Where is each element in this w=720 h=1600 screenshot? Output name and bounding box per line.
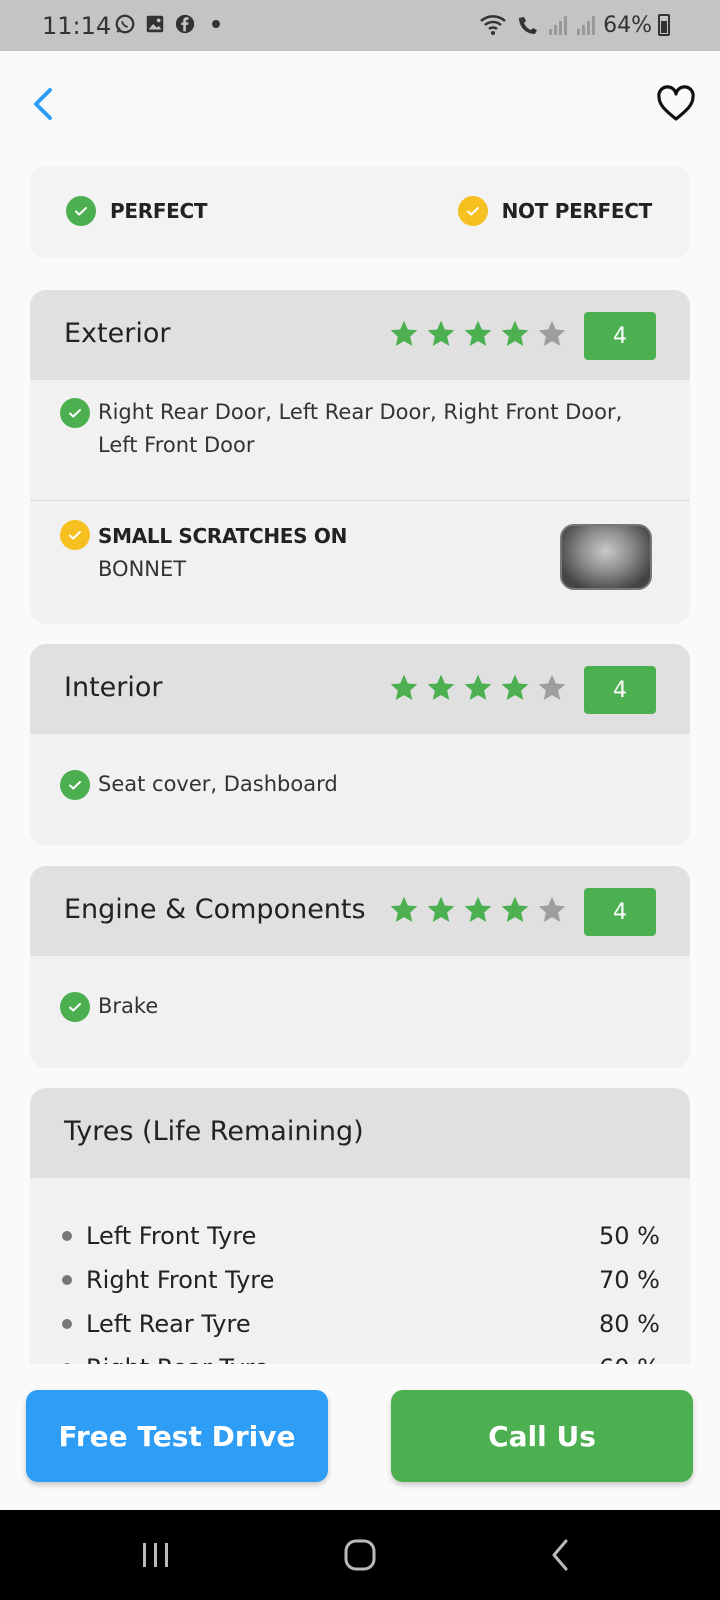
section-header: Exterior 4 bbox=[30, 290, 690, 380]
list-item: Left Rear Tyre 80 % bbox=[62, 1302, 660, 1346]
star-rating bbox=[388, 894, 568, 926]
star-filled-icon bbox=[427, 674, 455, 700]
perfect-row: Brake bbox=[30, 956, 690, 1068]
legend-not-perfect: NOT PERFECT bbox=[457, 196, 653, 226]
section-title: Tyres (Life Remaining) bbox=[64, 1116, 364, 1147]
list-item: Right Front Tyre 70 % bbox=[62, 1258, 660, 1302]
check-icon bbox=[60, 520, 90, 550]
check-icon bbox=[457, 196, 488, 226]
bullet bbox=[62, 1319, 72, 1329]
section-header: Interior 4 bbox=[30, 644, 690, 734]
status-time: 11:14 bbox=[42, 12, 112, 40]
signal-icon-2 bbox=[577, 16, 596, 35]
score-badge: 4 bbox=[584, 666, 656, 714]
score-badge: 4 bbox=[584, 312, 656, 360]
tyre-name: Right Front Tyre bbox=[86, 1266, 275, 1294]
back-nav-icon[interactable] bbox=[536, 1532, 586, 1578]
check-icon bbox=[60, 992, 90, 1022]
star-empty-icon bbox=[538, 320, 566, 346]
section-title: Exterior bbox=[64, 318, 171, 349]
list-item: Left Front Tyre 50 % bbox=[62, 1214, 660, 1258]
perfect-items-text: Brake bbox=[98, 994, 159, 1018]
issue-title: SMALL SCRATCHES ON bbox=[98, 524, 348, 548]
more-notifications-dot bbox=[212, 20, 220, 28]
bullet bbox=[62, 1231, 72, 1241]
star-filled-icon bbox=[390, 896, 418, 922]
star-rating bbox=[388, 318, 568, 350]
star-filled-icon bbox=[464, 896, 492, 922]
perfect-row: Right Rear Door, Left Rear Door, Right F… bbox=[30, 380, 690, 500]
legend-not-perfect-label: NOT PERFECT bbox=[501, 199, 653, 223]
legend-perfect-label: PERFECT bbox=[110, 199, 208, 223]
star-filled-icon bbox=[464, 320, 492, 346]
section-interior: Interior 4 Seat cover, Dashboard bbox=[30, 644, 690, 846]
check-icon bbox=[60, 398, 90, 428]
heart-icon[interactable] bbox=[654, 82, 698, 126]
star-empty-icon bbox=[538, 896, 566, 922]
system-nav-bar bbox=[0, 1510, 720, 1600]
section-engine: Engine & Components 4 Brake bbox=[30, 866, 690, 1068]
status-indicators: 64% bbox=[479, 12, 670, 38]
section-title: Engine & Components bbox=[64, 894, 366, 925]
tyre-value: 70 % bbox=[599, 1266, 660, 1294]
tyre-name: Left Front Tyre bbox=[86, 1222, 257, 1250]
check-icon bbox=[66, 196, 96, 226]
battery-icon bbox=[658, 14, 670, 36]
section-exterior: Exterior 4 Right Rear Door, Left Rear Do… bbox=[30, 290, 690, 624]
score-badge: 4 bbox=[584, 888, 656, 936]
condition-legend: PERFECT NOT PERFECT bbox=[30, 166, 690, 258]
star-filled-icon bbox=[501, 896, 529, 922]
wifi-icon bbox=[480, 15, 506, 35]
status-bar: 11:14 64% bbox=[0, 0, 720, 51]
section-header: Engine & Components 4 bbox=[30, 866, 690, 956]
tyre-value: 80 % bbox=[599, 1310, 660, 1338]
star-rating bbox=[388, 672, 568, 704]
signal-icon-1 bbox=[549, 16, 568, 35]
tyre-value: 50 % bbox=[599, 1222, 660, 1250]
issue-row[interactable]: SMALL SCRATCHES ON BONNET bbox=[30, 500, 690, 624]
gallery-icon bbox=[146, 15, 164, 33]
issue-photo-thumbnail[interactable] bbox=[560, 524, 652, 590]
perfect-items-text: Seat cover, Dashboard bbox=[98, 772, 338, 796]
bullet bbox=[62, 1275, 72, 1285]
free-test-drive-button[interactable]: Free Test Drive bbox=[26, 1390, 328, 1482]
facebook-icon bbox=[175, 14, 195, 34]
star-filled-icon bbox=[464, 674, 492, 700]
star-filled-icon bbox=[390, 320, 418, 346]
recent-apps-icon[interactable] bbox=[131, 1532, 181, 1578]
issue-detail: BONNET bbox=[98, 557, 187, 581]
battery-percentage: 64% bbox=[603, 12, 652, 38]
star-filled-icon bbox=[427, 896, 455, 922]
whatsapp-icon bbox=[115, 14, 135, 34]
legend-perfect: PERFECT bbox=[66, 196, 208, 226]
home-icon[interactable] bbox=[335, 1532, 385, 1578]
notification-icons bbox=[114, 13, 220, 35]
call-us-button[interactable]: Call Us bbox=[391, 1390, 693, 1482]
wifi-calling-icon bbox=[519, 17, 538, 34]
section-header: Tyres (Life Remaining) bbox=[30, 1088, 690, 1178]
star-filled-icon bbox=[390, 674, 418, 700]
action-bar: Free Test Drive Call Us bbox=[0, 1364, 720, 1510]
star-filled-icon bbox=[427, 320, 455, 346]
tyre-name: Left Rear Tyre bbox=[86, 1310, 251, 1338]
check-icon bbox=[60, 770, 90, 800]
star-filled-icon bbox=[501, 674, 529, 700]
back-icon[interactable] bbox=[24, 80, 64, 128]
section-title: Interior bbox=[64, 672, 163, 703]
perfect-row: Seat cover, Dashboard bbox=[30, 734, 690, 846]
star-filled-icon bbox=[501, 320, 529, 346]
star-empty-icon bbox=[538, 674, 566, 700]
perfect-items-text: Right Rear Door, Left Rear Door, Right F… bbox=[98, 400, 623, 457]
